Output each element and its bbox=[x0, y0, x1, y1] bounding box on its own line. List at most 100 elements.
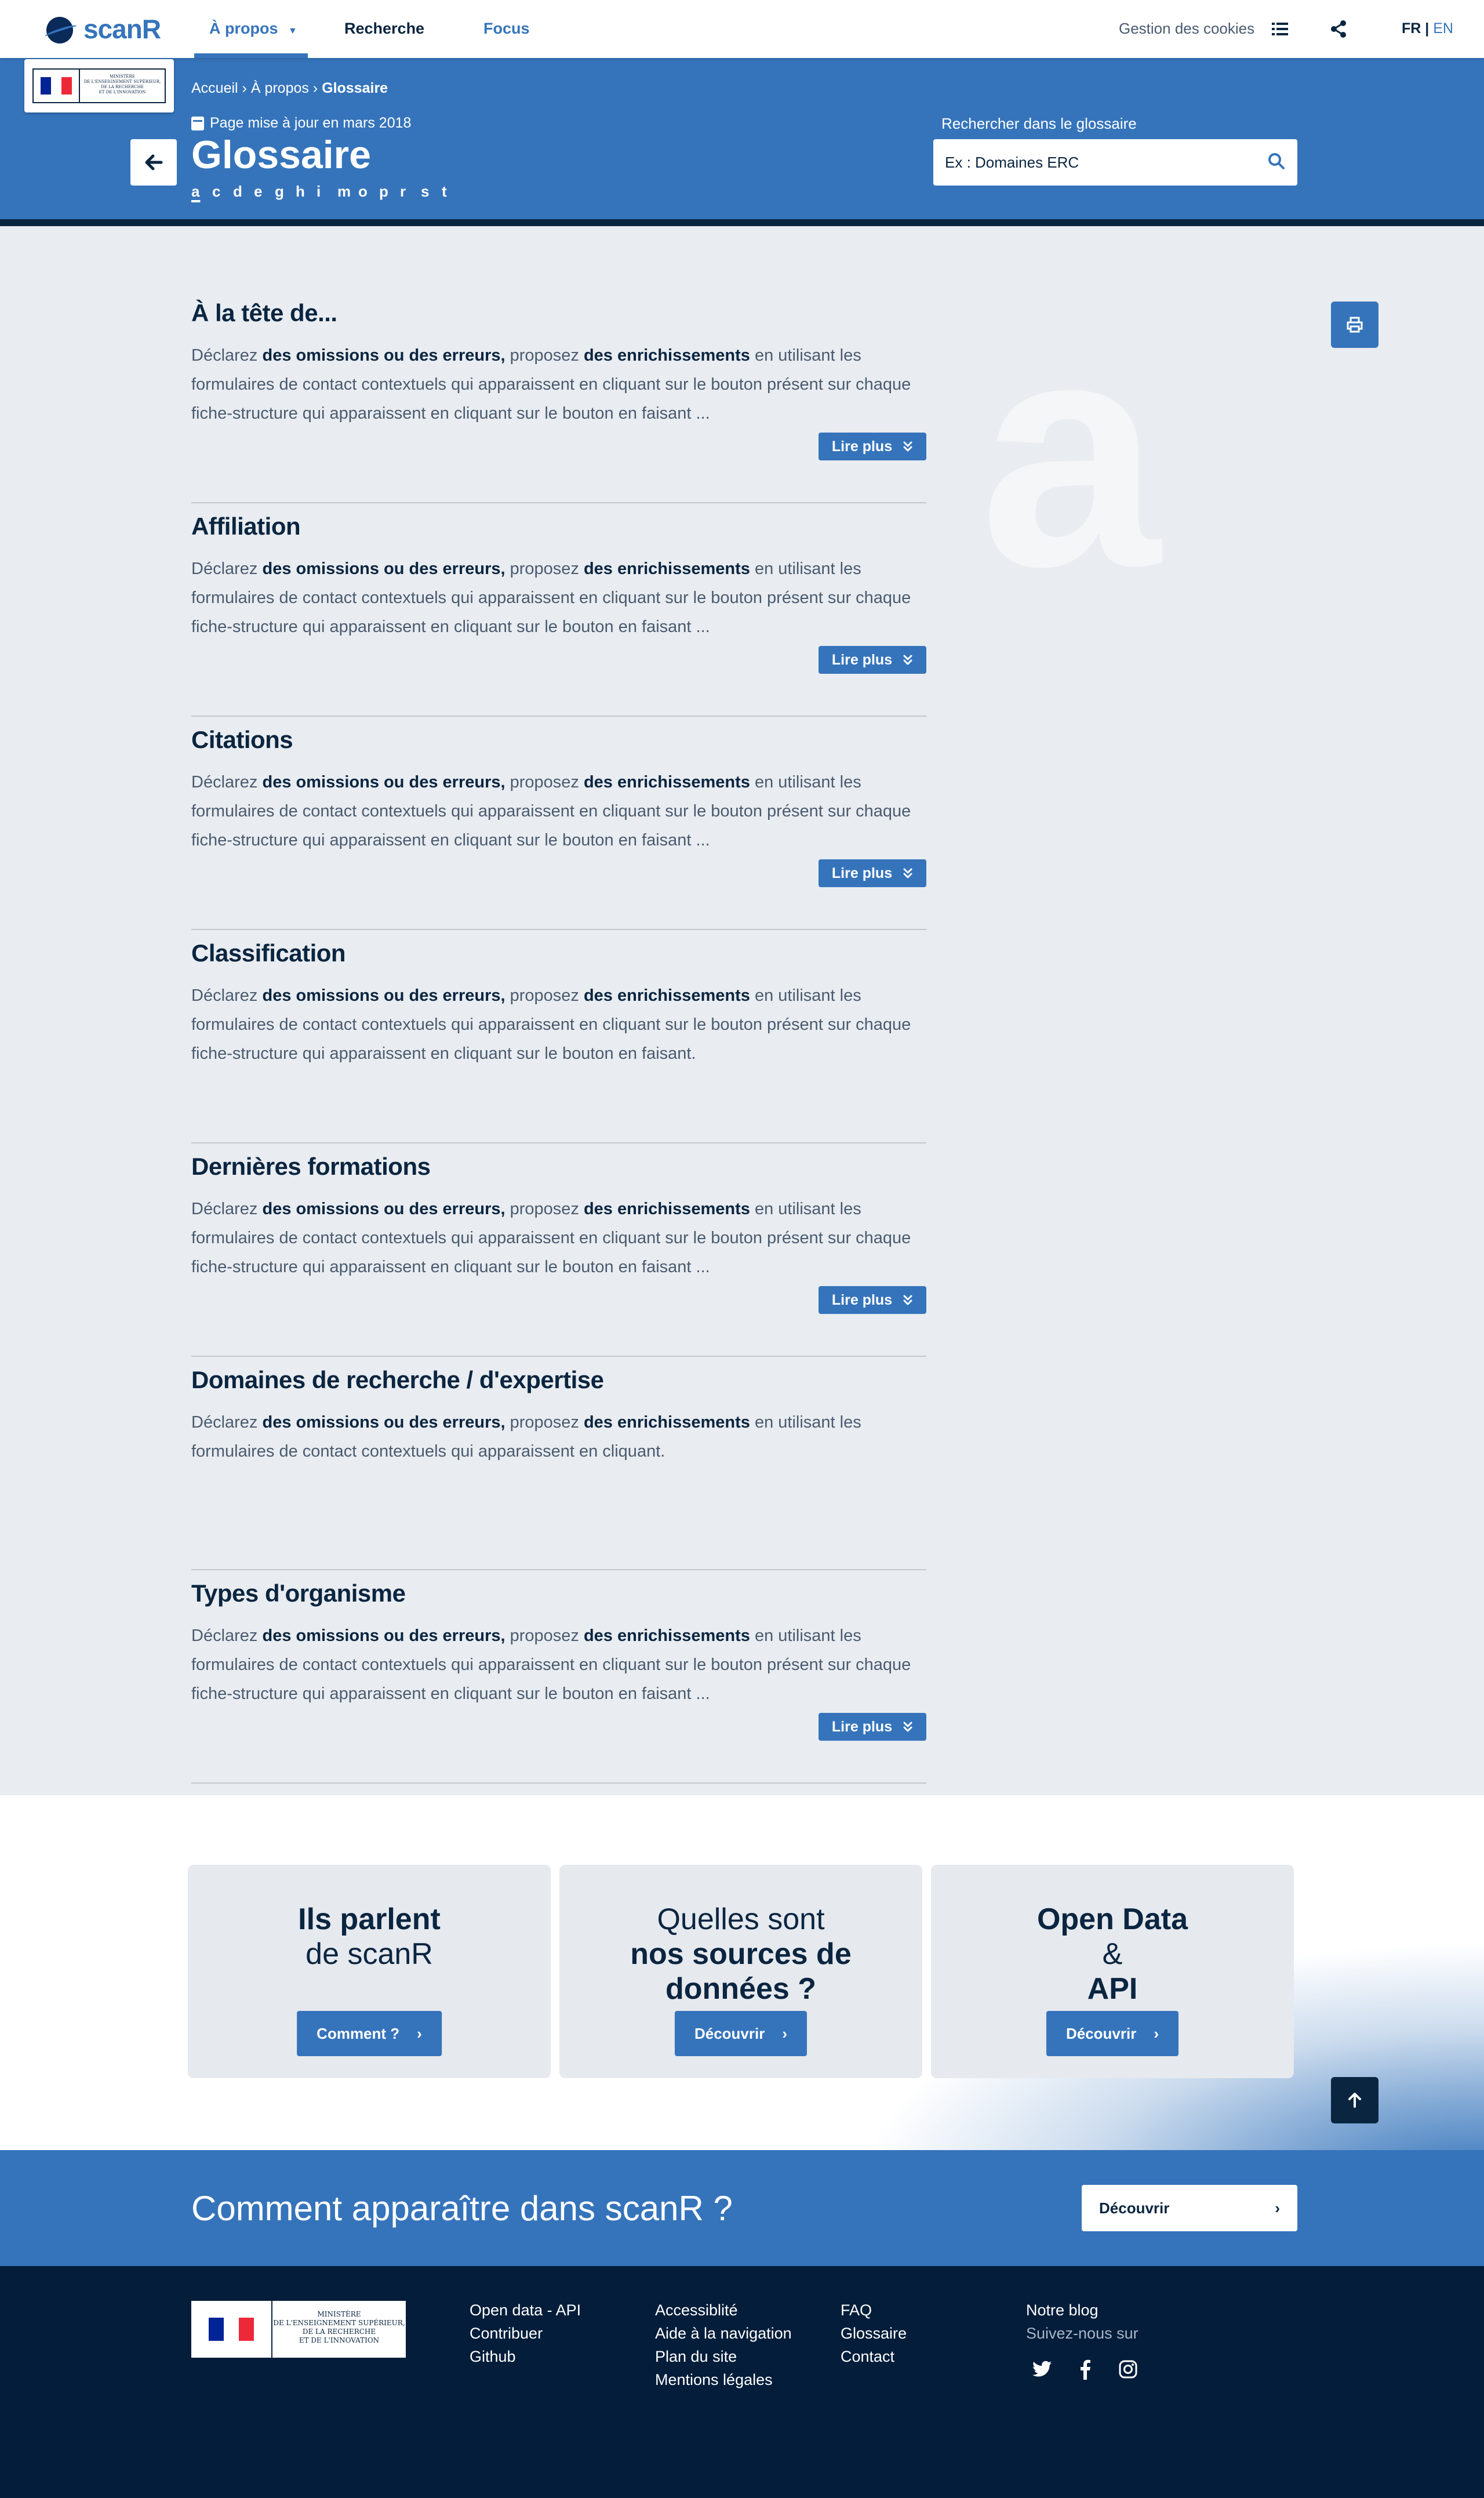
footer-link[interactable]: Accessiblité bbox=[655, 2299, 792, 2322]
twitter-icon[interactable] bbox=[1032, 2359, 1053, 2380]
read-more-button[interactable]: Lire plus bbox=[819, 1713, 926, 1741]
top-navbar: scanR À propos ▼ Recherche Focus Gestion… bbox=[0, 0, 1484, 58]
breadcrumb: Accueil › À propos › Glossaire bbox=[191, 80, 388, 97]
footer-link[interactable]: Mentions légales bbox=[655, 2368, 792, 2391]
double-chevron-down-icon bbox=[903, 868, 912, 878]
ministry-logo-frame: MINISTÈRE DE L'ENSEIGNEMENT SUPÉRIEUR, DE … bbox=[32, 68, 166, 103]
double-chevron-down-icon bbox=[903, 1722, 912, 1732]
letter-link-c[interactable]: c bbox=[212, 183, 233, 201]
letter-link-i[interactable]: i bbox=[317, 183, 337, 201]
print-button[interactable] bbox=[1331, 302, 1378, 348]
facebook-icon[interactable] bbox=[1075, 2359, 1096, 2380]
entry-description: Déclarez des omissions ou des erreurs, p… bbox=[191, 1626, 911, 1703]
cta-banner: Comment apparaître dans scanR ? Découvri… bbox=[0, 2150, 1484, 2266]
update-text: Page mise à jour en mars 2018 bbox=[210, 115, 412, 131]
entry-description: Déclarez des omissions ou des erreurs, p… bbox=[191, 560, 911, 636]
scanr-logo-icon bbox=[43, 14, 78, 43]
lang-en[interactable]: EN bbox=[1433, 20, 1453, 37]
chevron-right-icon: › bbox=[1275, 2199, 1280, 2217]
footer-link[interactable]: Aide à la navigation bbox=[655, 2322, 792, 2345]
glossary-entry: Citations Déclarez des omissions ou des e… bbox=[191, 717, 926, 930]
footer-ministry-logo[interactable]: MINISTÈRE DE L'ENSEIGNEMENT SUPÉRIEUR, DE … bbox=[191, 2301, 406, 2358]
breadcrumb-separator: › bbox=[242, 80, 247, 96]
footer-link[interactable]: Github bbox=[470, 2345, 581, 2368]
letter-link-r[interactable]: r bbox=[400, 183, 421, 201]
breadcrumb-separator: › bbox=[312, 80, 318, 96]
chevron-down-icon: ▼ bbox=[288, 26, 297, 36]
glossary-list: À la tête de... Déclarez des omissions ou… bbox=[191, 290, 926, 1784]
footer-link[interactable]: Contribuer bbox=[470, 2322, 581, 2345]
nav-focus[interactable]: Focus bbox=[483, 0, 530, 58]
entry-title: Affiliation bbox=[191, 513, 301, 540]
letter-link-g[interactable]: g bbox=[275, 183, 296, 201]
entry-description: Déclarez des omissions ou des erreurs, p… bbox=[191, 346, 911, 423]
letter-link-o[interactable]: o bbox=[358, 183, 379, 201]
scanr-logo[interactable]: scanR bbox=[43, 13, 161, 45]
entry-description: Déclarez des omissions ou des erreurs, p… bbox=[191, 1413, 861, 1461]
read-more-button[interactable]: Lire plus bbox=[819, 646, 926, 674]
card-button-comment[interactable]: Comment ? › bbox=[297, 2011, 442, 2056]
card-testimonials: Ils parlent de scanR Comment ? › bbox=[188, 1865, 551, 2078]
letter-link-s[interactable]: s bbox=[421, 183, 442, 201]
update-info: Page mise à jour en mars 2018 bbox=[191, 115, 411, 132]
footer-link[interactable]: Glossaire bbox=[841, 2322, 907, 2345]
language-switcher: FR | EN bbox=[1402, 20, 1453, 37]
instagram-icon[interactable] bbox=[1118, 2359, 1139, 2380]
letter-index: acdeghimoprst bbox=[191, 183, 463, 201]
breadcrumb-current: Glossaire bbox=[322, 80, 388, 96]
print-icon bbox=[1347, 317, 1363, 333]
card-title-line: données ? bbox=[665, 1972, 817, 2006]
lang-fr[interactable]: FR bbox=[1402, 20, 1421, 37]
entry-description: Déclarez des omissions ou des erreurs, p… bbox=[191, 1200, 911, 1276]
chevron-right-icon: › bbox=[782, 2024, 788, 2042]
glossary-search bbox=[933, 139, 1297, 186]
footer-link[interactable]: Plan du site bbox=[655, 2345, 792, 2368]
letter-link-e[interactable]: e bbox=[254, 183, 275, 201]
footer-link[interactable]: Open data - API bbox=[470, 2299, 581, 2322]
letter-link-d[interactable]: d bbox=[233, 183, 254, 201]
double-chevron-down-icon bbox=[903, 441, 912, 452]
card-button-sources[interactable]: Découvrir › bbox=[674, 2011, 808, 2056]
cookies-link[interactable]: Gestion des cookies bbox=[1119, 20, 1254, 38]
footer-link[interactable]: FAQ bbox=[841, 2299, 907, 2322]
nav-recherche[interactable]: Recherche bbox=[344, 0, 424, 58]
letter-link-m[interactable]: m bbox=[337, 183, 358, 201]
entry-title: Types d'organisme bbox=[191, 1580, 406, 1607]
entry-description: Déclarez des omissions ou des erreurs, p… bbox=[191, 773, 911, 849]
letter-link-h[interactable]: h bbox=[296, 183, 317, 201]
list-icon[interactable] bbox=[1268, 17, 1292, 41]
card-title-line: & bbox=[1102, 1937, 1123, 1971]
cta-button[interactable]: Découvrir › bbox=[1082, 2185, 1297, 2231]
footer-link[interactable]: Contact bbox=[841, 2345, 907, 2368]
read-more-button[interactable]: Lire plus bbox=[819, 433, 926, 460]
search-input[interactable] bbox=[945, 153, 1267, 172]
back-button[interactable] bbox=[130, 139, 177, 186]
footer-blog-link[interactable]: Notre blog bbox=[1026, 2299, 1139, 2322]
letter-link-a[interactable]: a bbox=[191, 183, 212, 201]
entry-title: Domaines de recherche / d'expertise bbox=[191, 1366, 604, 1393]
breadcrumb-about[interactable]: À propos bbox=[251, 80, 309, 96]
glossary-entry: À la tête de... Déclarez des omissions ou… bbox=[191, 290, 926, 503]
footer-column-social: Notre blog Suivez-nous sur bbox=[1026, 2299, 1139, 2345]
back-to-top-button[interactable] bbox=[1331, 2077, 1378, 2123]
nav-a-propos[interactable]: À propos ▼ bbox=[194, 0, 308, 58]
double-chevron-down-icon bbox=[903, 655, 912, 665]
card-open-data: Open Data & API Découvrir › bbox=[931, 1865, 1294, 2078]
read-more-button[interactable]: Lire plus bbox=[819, 859, 926, 887]
promo-section: Ils parlent de scanR Comment ? › Quelles … bbox=[0, 1795, 1484, 2150]
breadcrumb-home[interactable]: Accueil bbox=[191, 80, 238, 96]
card-title-line: de scanR bbox=[305, 1937, 433, 1971]
ministry-logo[interactable]: MINISTÈRE DE L'ENSEIGNEMENT SUPÉRIEUR, DE … bbox=[24, 59, 174, 112]
read-more-button[interactable]: Lire plus bbox=[819, 1286, 926, 1314]
logo-text: scanR bbox=[83, 14, 161, 44]
share-icon[interactable] bbox=[1327, 17, 1351, 41]
chevron-right-icon: › bbox=[417, 2024, 422, 2042]
card-button-open-data[interactable]: Découvrir › bbox=[1046, 2011, 1179, 2056]
search-icon[interactable] bbox=[1267, 152, 1286, 173]
footer-column-2: Accessiblité Aide à la navigation Plan du … bbox=[655, 2299, 792, 2391]
letter-link-t[interactable]: t bbox=[442, 183, 463, 201]
entry-title: À la tête de... bbox=[191, 299, 337, 326]
letter-link-p[interactable]: p bbox=[379, 183, 400, 201]
lang-separator: | bbox=[1425, 20, 1430, 37]
chevron-right-icon: › bbox=[1154, 2024, 1159, 2042]
